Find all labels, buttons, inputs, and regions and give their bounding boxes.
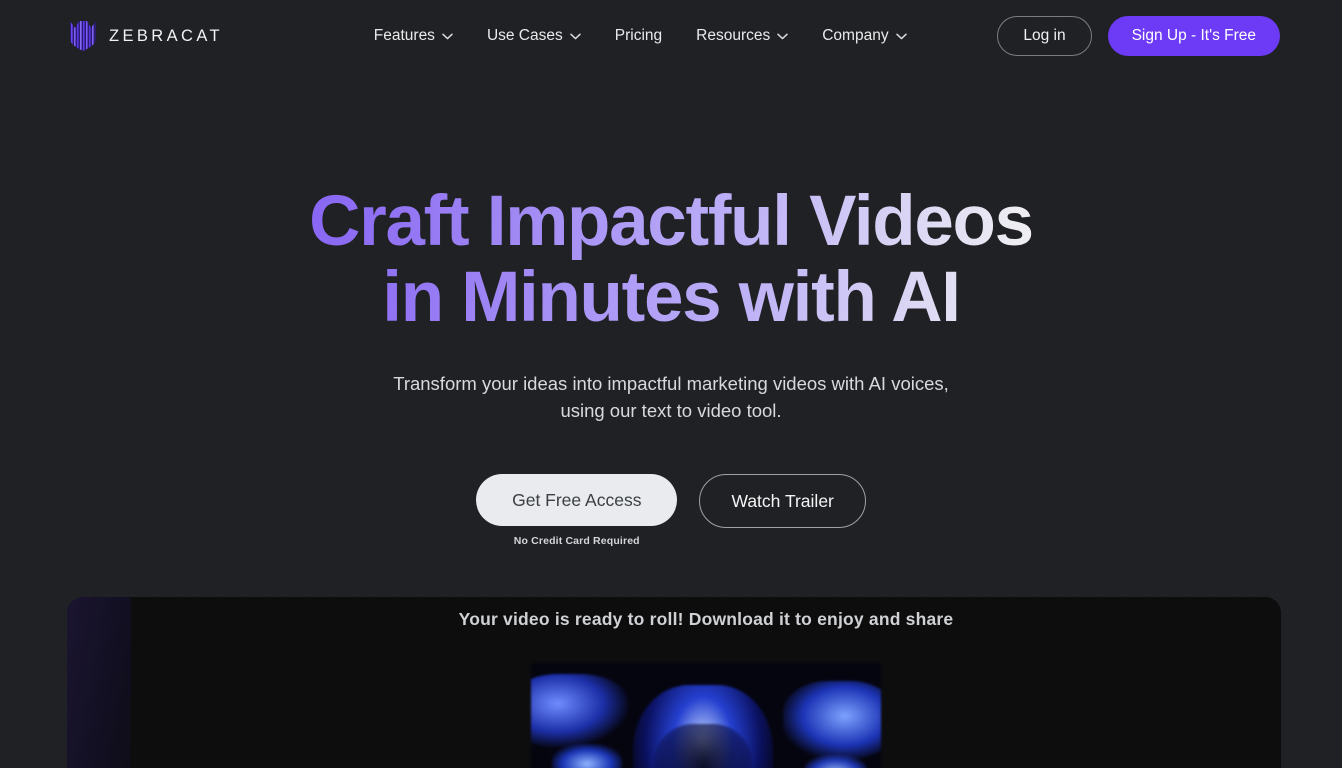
nav-item-label: Use Cases xyxy=(486,27,563,44)
video-thumbnail[interactable] xyxy=(531,663,881,768)
nav-item-features[interactable]: Features xyxy=(374,27,453,45)
hero-section: Craft Impactful Videos in Minutes with A… xyxy=(0,72,1342,548)
login-button[interactable]: Log in xyxy=(997,16,1092,56)
video-preview-panel[interactable]: Your video is ready to roll! Download it… xyxy=(67,597,1281,768)
no-credit-card-note: No Credit Card Required xyxy=(513,535,640,548)
main-nav-links: Features Use Cases Pricing Resources Com… xyxy=(314,27,907,45)
brand-logo[interactable]: ZEBRACAT xyxy=(70,21,223,51)
video-thumb-highlight xyxy=(531,674,629,748)
zebracat-logo-icon xyxy=(70,21,96,51)
page-title: Craft Impactful Videos in Minutes with A… xyxy=(0,184,1342,336)
video-thumb-highlight xyxy=(552,743,622,768)
chevron-down-icon xyxy=(777,33,788,40)
nav-item-company[interactable]: Company xyxy=(822,27,907,45)
headline-line-1: Craft Impactful Videos xyxy=(0,184,1342,260)
signup-button[interactable]: Sign Up - It's Free xyxy=(1107,16,1280,56)
hero-subtitle: Transform your ideas into impactful mark… xyxy=(0,370,1342,424)
hero-subtitle-line-1: Transform your ideas into impactful mark… xyxy=(393,372,949,394)
hero-cta-row: Get Free Access No Credit Card Required … xyxy=(0,474,1342,547)
nav-item-pricing[interactable]: Pricing xyxy=(615,27,662,45)
top-navigation-bar: ZEBRACAT Features Use Cases Pricing Reso… xyxy=(0,0,1342,72)
chevron-down-icon xyxy=(895,33,907,40)
watch-trailer-button[interactable]: Watch Trailer xyxy=(699,474,866,529)
chevron-down-icon xyxy=(442,33,453,40)
brand-name: ZEBRACAT xyxy=(109,26,223,45)
video-stage: Your video is ready to roll! Download it… xyxy=(131,597,1281,768)
chevron-down-icon xyxy=(570,33,581,40)
headline-line-2: in Minutes with AI xyxy=(0,259,1342,336)
nav-item-resources[interactable]: Resources xyxy=(696,27,788,45)
nav-item-label: Pricing xyxy=(614,27,663,44)
primary-cta-group: Get Free Access No Credit Card Required xyxy=(476,474,678,548)
video-ready-caption: Your video is ready to roll! Download it… xyxy=(458,609,954,629)
get-free-access-button[interactable]: Get Free Access xyxy=(476,474,678,527)
hero-subtitle-line-2: using our text to video tool. xyxy=(560,400,782,422)
nav-item-label: Resources xyxy=(696,27,771,44)
nav-item-label: Features xyxy=(373,27,435,44)
video-panel-sidebar xyxy=(67,597,131,768)
video-thumb-highlight xyxy=(783,681,881,759)
nav-item-label: Company xyxy=(822,27,889,44)
nav-item-use-cases[interactable]: Use Cases xyxy=(487,27,581,45)
nav-actions: Log in Sign Up - It's Free xyxy=(997,16,1280,56)
